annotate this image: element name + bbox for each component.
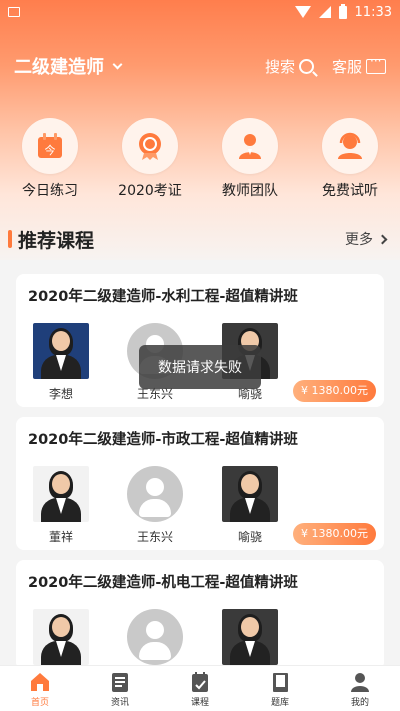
signal-icon [318,6,331,18]
course-price: ¥ 1380.00元 [293,380,376,402]
status-bar: 11:33 [0,0,400,24]
default-avatar-icon [127,609,183,665]
quick-item-label: 2020考证 [118,183,182,199]
user-icon [351,673,369,692]
teacher-avatar [222,466,278,522]
course-icon [192,672,208,692]
teacher-name: 喻骁 [237,530,262,544]
svg-text:今: 今 [45,143,56,157]
teacher-name: 李想 [48,387,73,401]
news-icon [112,673,128,692]
exam-selector-label: 二级建造师 [14,57,104,78]
customer-service-button[interactable]: 客服 [331,54,386,77]
exam-selector[interactable]: 二级建造师 [14,53,123,79]
quick-item-teacher-team[interactable]: 教师团队 [200,118,300,200]
bottom-nav: 首页 资讯 课程 题库 我的 [0,665,400,711]
search-icon [298,58,314,74]
teacher-avatar [222,609,278,665]
medal-icon [122,118,178,174]
teacher-icon [222,118,278,174]
teacher[interactable]: 王东兴 [123,466,187,545]
error-toast: 数据请求失败 [139,345,261,389]
course-title: 2020年二级建造师-市政工程-超值精讲班 [28,432,298,448]
nav-news[interactable]: 资讯 [80,666,160,711]
nav-label: 我的 [350,698,369,708]
book-icon [273,673,288,692]
teacher-name: 王东兴 [136,530,173,544]
calendar-icon: 今 [22,118,78,174]
course-card[interactable]: 2020年二级建造师-机电工程-超值精讲班 [16,560,384,670]
quick-item-2020-exam[interactable]: 2020考证 [100,118,200,200]
teacher[interactable]: 董祥 [29,466,93,545]
chevron-right-icon [377,234,388,244]
course-title: 2020年二级建造师-机电工程-超值精讲班 [28,575,298,591]
search-button[interactable]: 搜索 [265,56,314,77]
teacher-name: 董祥 [48,530,73,544]
quick-item-daily-practice[interactable]: 今 今日练习 [0,118,100,200]
nav-label: 题库 [270,698,289,708]
section-accent-bar [8,230,12,248]
section-title: 推荐课程 [18,229,95,252]
recommended-courses-header: 推荐课程 更多 [0,224,400,254]
wifi-icon [294,6,311,18]
app-header: 二级建造师 搜索 客服 [0,46,400,86]
chat-icon [366,54,386,74]
quick-item-label: 免费试听 [322,183,378,199]
teacher-avatar [33,323,89,379]
gallery-icon [8,7,20,17]
teacher-avatar [33,466,89,522]
nav-home[interactable]: 首页 [0,666,80,711]
course-title: 2020年二级建造师-水利工程-超值精讲班 [28,289,298,305]
more-courses-link[interactable]: 更多 [345,229,388,249]
course-price: ¥ 1380.00元 [293,523,376,545]
teacher[interactable] [218,609,282,665]
nav-label: 资讯 [110,698,129,708]
nav-profile[interactable]: 我的 [320,666,400,711]
status-time: 11:33 [354,4,392,20]
search-label: 搜索 [264,57,295,76]
nav-label: 首页 [30,698,49,708]
teacher[interactable] [29,609,93,665]
quick-item-label: 今日练习 [22,183,78,199]
chevron-down-icon [112,59,123,69]
course-card[interactable]: 2020年二级建造师-市政工程-超值精讲班 董祥 王东兴 喻骁 ¥ 1380.0… [16,417,384,550]
customer-service-label: 客服 [331,57,362,76]
battery-icon [338,3,347,19]
teacher[interactable]: 李想 [29,323,93,402]
home-icon [31,673,49,691]
nav-label: 课程 [190,698,209,708]
headset-icon [322,118,378,174]
teacher[interactable]: 喻骁 [218,466,282,545]
nav-question-bank[interactable]: 题库 [240,666,320,711]
nav-courses[interactable]: 课程 [160,666,240,711]
teacher-avatar [33,609,89,665]
quick-item-free-trial[interactable]: 免费试听 [300,118,400,200]
more-label: 更多 [345,232,373,248]
default-avatar-icon [127,466,183,522]
teacher[interactable] [123,609,187,665]
quick-item-label: 教师团队 [222,183,278,199]
quick-menu: 今 今日练习 2020考证 教师团队 免费试听 [0,118,400,200]
